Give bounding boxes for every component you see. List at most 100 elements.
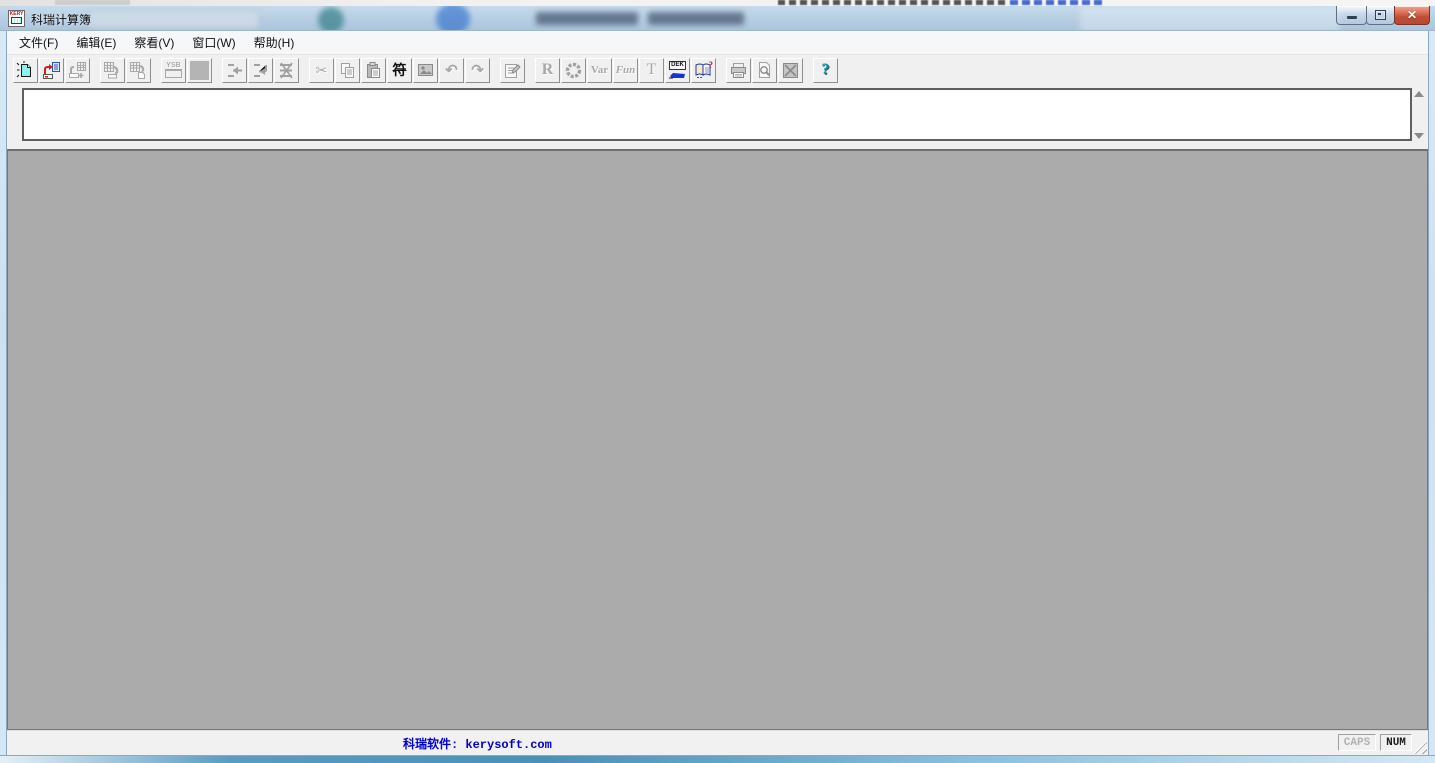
variable-button[interactable]: Var — [587, 58, 612, 83]
merge-return-icon — [251, 61, 270, 80]
result-button[interactable]: R — [535, 58, 560, 83]
background-text-fragment — [778, 0, 1006, 5]
grid-settings-button[interactable] — [778, 58, 803, 83]
close-icon: ✕ — [1407, 9, 1417, 21]
num-lock-indicator: NUM — [1380, 734, 1412, 751]
restore-icon — [1375, 10, 1386, 20]
glass-blur-blob — [1080, 6, 1340, 31]
book-question-mark: ? — [709, 60, 714, 70]
blank-square-button[interactable] — [187, 58, 212, 83]
merge-return-button[interactable] — [248, 58, 273, 83]
glass-blur-blob — [648, 12, 744, 25]
merge-left-icon — [225, 61, 244, 80]
caps-lock-indicator: CAPS — [1338, 734, 1376, 751]
open-import-icon — [42, 61, 61, 80]
symbol-fu-button[interactable]: 符 — [387, 58, 412, 83]
merge-right-button[interactable] — [274, 58, 299, 83]
solid-square-icon — [190, 61, 209, 80]
text-button[interactable]: T — [639, 58, 664, 83]
window-title: 科瑞计算簿 — [31, 11, 91, 28]
edit-note-icon — [503, 61, 522, 80]
resize-grip[interactable] — [1413, 740, 1427, 754]
grid-x-icon — [781, 61, 800, 80]
manual-button[interactable]: ? — [691, 58, 716, 83]
new-document-icon — [16, 61, 35, 80]
toolbar-group-annotate — [500, 58, 526, 83]
fun-icon: Fun — [616, 65, 636, 76]
status-brand-text: 科瑞软件: kerysoft.com — [403, 735, 552, 752]
print-preview-icon — [755, 61, 774, 80]
toolbar-group-print — [726, 58, 804, 83]
export-to-bar-button[interactable] — [100, 58, 125, 83]
annotate-button[interactable] — [500, 58, 525, 83]
background-window-fragment — [55, 0, 130, 5]
help-button[interactable]: ? — [813, 58, 838, 83]
workspace-area — [7, 149, 1428, 730]
client-area: 文件(F) 编辑(E) 察看(V) 窗口(W) 帮助(H) — [7, 31, 1428, 755]
merge-left-button[interactable] — [222, 58, 247, 83]
window-border-left — [0, 31, 7, 755]
t-icon: T — [647, 62, 657, 78]
titlebar[interactable]: KERY 科瑞计算簿 ✕ — [0, 6, 1435, 31]
menu-window[interactable]: 窗口(W) — [183, 31, 244, 54]
menu-view[interactable]: 察看(V) — [125, 31, 183, 54]
menu-file[interactable]: 文件(F) — [10, 31, 67, 54]
ysb-box — [165, 69, 182, 78]
restore-button[interactable] — [1366, 6, 1395, 25]
function-button[interactable]: Fun — [613, 58, 638, 83]
paste-icon — [364, 61, 383, 80]
paste-button[interactable] — [361, 58, 386, 83]
toolbar-group-insert: R Var Fun T DEK — [535, 58, 717, 83]
fu-symbol-icon: 符 — [393, 60, 407, 80]
r-icon: R — [542, 62, 554, 78]
toolbar-group-ysb: YSB — [161, 58, 213, 83]
dek-button[interactable]: DEK — [665, 58, 690, 83]
toolbar-group-file — [13, 58, 91, 83]
redo-button[interactable]: ↷ — [465, 58, 490, 83]
menu-help[interactable]: 帮助(H) — [245, 31, 304, 54]
merge-right-icon — [277, 61, 296, 80]
scroll-up-icon[interactable] — [1414, 91, 1424, 97]
scroll-down-icon[interactable] — [1414, 133, 1424, 139]
formula-input[interactable] — [22, 88, 1412, 141]
var-icon: Var — [591, 65, 608, 76]
ysb-icon: YSB — [165, 62, 182, 78]
export-page-icon — [129, 61, 148, 80]
picture-icon — [416, 61, 435, 80]
statusbar: 科瑞软件: kerysoft.com CAPS NUM — [7, 730, 1428, 755]
close-button[interactable]: ✕ — [1394, 6, 1430, 25]
copy-icon — [338, 61, 357, 80]
cut-button[interactable]: ✂ — [309, 58, 334, 83]
glass-blur-blob — [318, 7, 344, 31]
menu-edit[interactable]: 编辑(E) — [67, 31, 125, 54]
print-preview-button[interactable] — [752, 58, 777, 83]
glass-blur-blob — [436, 6, 470, 31]
window-border-bottom — [0, 755, 1435, 763]
copy-button[interactable] — [335, 58, 360, 83]
app-window: KERY 科瑞计算簿 ✕ 文件(F) 编辑(E) 察看(V) 窗口(W) 帮助(… — [0, 6, 1435, 763]
insert-sheet-button[interactable] — [65, 58, 90, 83]
minimize-icon — [1347, 16, 1357, 19]
background-link-fragment — [1010, 0, 1102, 5]
toolbar-group-merge — [222, 58, 300, 83]
undo-button[interactable]: ↶ — [439, 58, 464, 83]
help-question-icon: ? — [822, 61, 830, 79]
minimize-button[interactable] — [1336, 6, 1367, 25]
print-button[interactable] — [726, 58, 751, 83]
new-sheet-button[interactable] — [13, 58, 38, 83]
export-to-page-button[interactable] — [126, 58, 151, 83]
calculator-grid-icon — [11, 17, 22, 24]
printer-icon — [729, 61, 748, 80]
app-logo-icon: KERY — [8, 10, 25, 27]
toolbar: YSB — [7, 55, 1428, 85]
glass-blur-blob — [88, 10, 260, 30]
toolbar-group-clipboard: ✂ — [309, 58, 491, 83]
gear-ring-icon — [564, 61, 583, 80]
blue-pen-icon — [668, 70, 687, 79]
picture-button[interactable] — [413, 58, 438, 83]
open-button[interactable] — [39, 58, 64, 83]
ysb-button[interactable]: YSB — [161, 58, 186, 83]
rebar-symbol-button[interactable] — [561, 58, 586, 83]
redo-icon: ↷ — [471, 63, 484, 78]
window-border-right — [1428, 31, 1435, 755]
